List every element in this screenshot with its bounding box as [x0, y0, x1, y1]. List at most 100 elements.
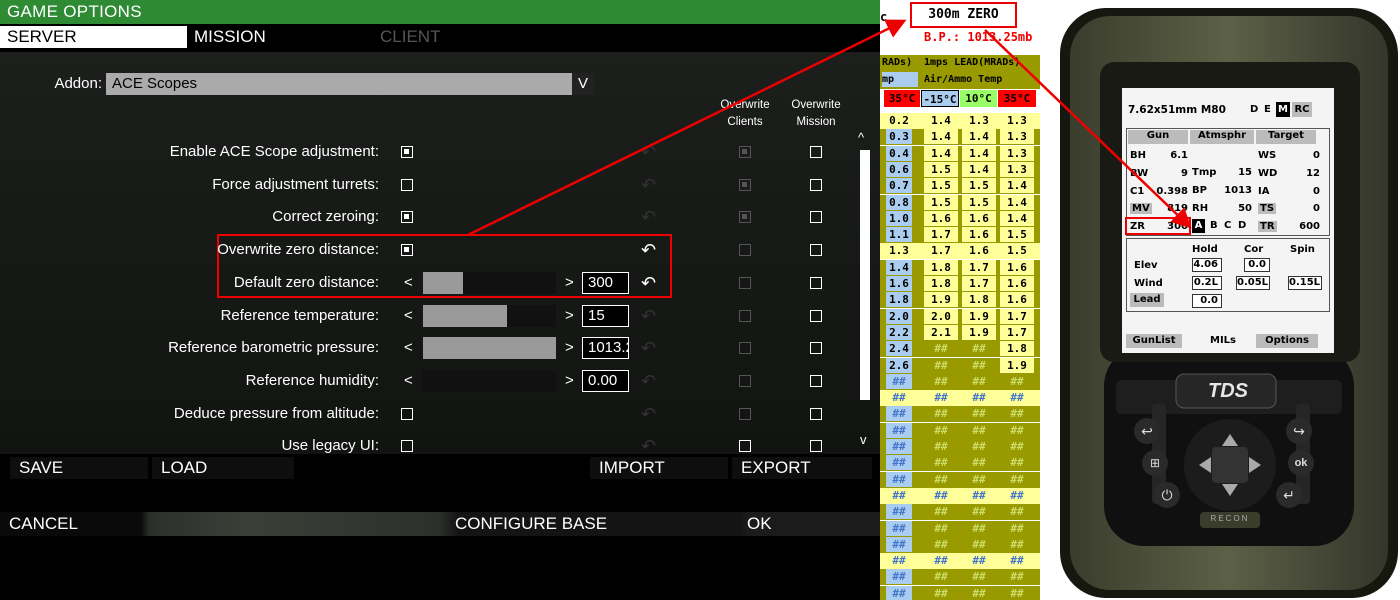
tab-mission[interactable]: MISSION: [187, 26, 367, 48]
overwrite-clients-checkbox[interactable]: [739, 211, 751, 223]
reset-icon[interactable]: ↶: [641, 240, 656, 260]
preset-d[interactable]: D: [1238, 220, 1246, 231]
overwrite-mission-checkbox[interactable]: [810, 342, 822, 354]
mode-key-rc[interactable]: RC: [1292, 102, 1312, 117]
cancel-button[interactable]: CANCEL: [0, 513, 146, 535]
scroll-down-icon[interactable]: v: [860, 432, 867, 447]
preset-c[interactable]: C: [1224, 220, 1231, 231]
power-icon[interactable]: ⏻: [1154, 482, 1180, 508]
atmosphere-field-value[interactable]: 15: [1212, 167, 1252, 178]
import-button[interactable]: IMPORT: [590, 457, 728, 479]
overwrite-clients-checkbox[interactable]: [739, 342, 751, 354]
setting-value-input[interactable]: 15: [582, 305, 629, 327]
back-key-icon[interactable]: ↩: [1134, 418, 1160, 444]
scroll-up-icon[interactable]: ^: [858, 130, 864, 145]
overwrite-mission-checkbox[interactable]: [810, 211, 822, 223]
overwrite-clients-checkbox[interactable]: [739, 244, 751, 256]
overwrite-mission-checkbox[interactable]: [810, 408, 822, 420]
setting-value-input[interactable]: 0.00: [582, 370, 629, 392]
setting-value-input[interactable]: 1013.25: [582, 337, 629, 359]
preset-b[interactable]: B: [1210, 220, 1218, 231]
setting-value-input[interactable]: 300: [582, 272, 629, 294]
export-button[interactable]: EXPORT: [732, 457, 872, 479]
reset-icon[interactable]: ↶: [641, 338, 656, 358]
target-field-value[interactable]: 0: [1280, 150, 1320, 161]
reset-icon[interactable]: ↶: [641, 175, 656, 195]
addon-select[interactable]: ACE Scopes: [106, 73, 572, 95]
gunlist-button[interactable]: GunList: [1126, 334, 1182, 348]
slider-fill[interactable]: [423, 272, 463, 294]
save-button[interactable]: SAVE: [10, 457, 148, 479]
reset-icon[interactable]: ↶: [641, 142, 656, 162]
setting-checkbox[interactable]: [401, 179, 413, 191]
slider-fill[interactable]: [423, 337, 556, 359]
gun-field-value[interactable]: 300: [1148, 221, 1188, 232]
slider-left-arrow[interactable]: <: [404, 371, 413, 391]
gun-field-value[interactable]: 0.398: [1148, 186, 1188, 197]
setting-checkbox[interactable]: [401, 146, 413, 158]
ok-key[interactable]: ok: [1288, 450, 1314, 476]
overwrite-mission-checkbox[interactable]: [810, 244, 822, 256]
overwrite-clients-checkbox[interactable]: [739, 277, 751, 289]
slider-track[interactable]: [423, 337, 556, 359]
slider-right-arrow[interactable]: >: [565, 306, 574, 326]
mils-button[interactable]: MILs: [1198, 334, 1248, 348]
gun-field-value[interactable]: 819: [1148, 203, 1188, 214]
reset-icon[interactable]: ↶: [641, 306, 656, 326]
target-field-value[interactable]: 0: [1280, 203, 1320, 214]
tab-client[interactable]: CLIENT: [373, 26, 553, 48]
slider-right-arrow[interactable]: >: [565, 338, 574, 358]
scrollbar-thumb[interactable]: [860, 150, 870, 400]
ok-button[interactable]: OK: [738, 513, 878, 535]
slider-track[interactable]: [423, 272, 556, 294]
overwrite-mission-checkbox[interactable]: [810, 440, 822, 452]
atmosphere-field-value[interactable]: 1013: [1212, 185, 1252, 196]
overwrite-clients-checkbox[interactable]: [739, 179, 751, 191]
reset-icon[interactable]: ↶: [641, 273, 656, 293]
reset-icon[interactable]: ↶: [641, 207, 656, 227]
slider-right-arrow[interactable]: >: [565, 273, 574, 293]
mode-key-m[interactable]: M: [1276, 102, 1290, 117]
mode-key-d[interactable]: D: [1250, 104, 1258, 115]
forward-key-icon[interactable]: ↪: [1286, 418, 1312, 444]
reset-icon[interactable]: ↶: [641, 404, 656, 424]
windows-key-icon[interactable]: ⊞: [1142, 450, 1168, 476]
overwrite-clients-checkbox[interactable]: [739, 146, 751, 158]
gun-field-value[interactable]: 9: [1148, 168, 1188, 179]
slider-fill[interactable]: [423, 305, 507, 327]
overwrite-clients-checkbox[interactable]: [739, 375, 751, 387]
chevron-down-icon[interactable]: V: [572, 73, 594, 95]
target-field-value[interactable]: 12: [1280, 168, 1320, 179]
mode-key-e[interactable]: E: [1264, 104, 1271, 115]
overwrite-mission-checkbox[interactable]: [810, 179, 822, 191]
configure-base-button[interactable]: CONFIGURE BASE: [446, 513, 736, 535]
overwrite-clients-checkbox[interactable]: [739, 310, 751, 322]
overwrite-clients-checkbox[interactable]: [739, 440, 751, 452]
gun-field-value[interactable]: 6.1: [1148, 150, 1188, 161]
target-field-value[interactable]: 0: [1280, 186, 1320, 197]
setting-checkbox[interactable]: [401, 408, 413, 420]
reset-icon[interactable]: ↶: [641, 371, 656, 391]
load-button[interactable]: LOAD: [152, 457, 294, 479]
options-button[interactable]: Options: [1256, 334, 1318, 348]
overwrite-mission-checkbox[interactable]: [810, 277, 822, 289]
preset-a[interactable]: A: [1192, 219, 1205, 233]
slider-track[interactable]: [423, 305, 556, 327]
overwrite-mission-checkbox[interactable]: [810, 146, 822, 158]
slider-track[interactable]: [423, 370, 556, 392]
slider-left-arrow[interactable]: <: [404, 306, 413, 326]
overwrite-mission-checkbox[interactable]: [810, 375, 822, 387]
setting-checkbox[interactable]: [401, 440, 413, 452]
slider-left-arrow[interactable]: <: [404, 338, 413, 358]
slider-right-arrow[interactable]: >: [565, 371, 574, 391]
setting-checkbox[interactable]: [401, 211, 413, 223]
target-field-value[interactable]: 600: [1280, 221, 1320, 232]
overwrite-mission-checkbox[interactable]: [810, 310, 822, 322]
tab-server[interactable]: SERVER: [0, 26, 187, 48]
atmosphere-field-value[interactable]: 50: [1212, 203, 1252, 214]
overwrite-clients-checkbox[interactable]: [739, 408, 751, 420]
enter-key-icon[interactable]: ↵: [1276, 482, 1302, 508]
slider-left-arrow[interactable]: <: [404, 273, 413, 293]
reset-icon[interactable]: ↶: [641, 436, 656, 456]
setting-checkbox[interactable]: [401, 244, 413, 256]
